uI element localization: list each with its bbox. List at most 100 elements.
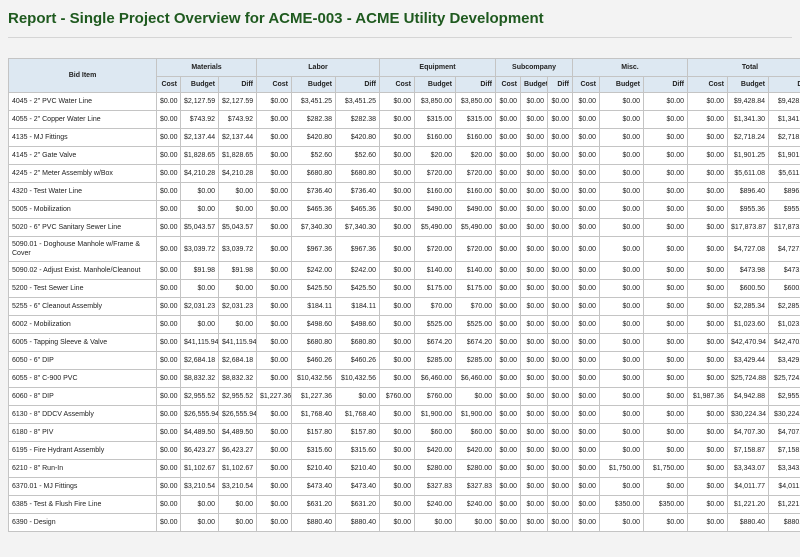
value-cell: $0.00 [156, 513, 181, 532]
value-cell: $0.00 [687, 351, 729, 370]
value-cell: $0.00 [572, 218, 601, 237]
table-body: 4045 - 2" PVC Water Line $0.00 $2,127.59 $2… [8, 92, 800, 532]
header-sub-cost: Cost [572, 76, 601, 93]
value-cell: $0.00 [687, 146, 729, 165]
header-bid-item: Bid Item [8, 58, 157, 93]
value-cell: $880.40 [727, 513, 770, 532]
value-cell: $0.00 [256, 405, 292, 424]
value-cell: $41,115.94 [218, 333, 257, 352]
value-cell: $240.00 [414, 495, 457, 514]
value-cell: $0.00 [379, 495, 416, 514]
value-cell: $60.00 [455, 423, 497, 442]
value-cell: $0.00 [379, 315, 416, 334]
value-cell: $0.00 [379, 279, 416, 298]
value-cell: $0.00 [218, 279, 257, 298]
value-cell: $26,555.94 [180, 405, 219, 424]
value-cell: $955.36 [727, 200, 770, 219]
value-cell: $955.36 [768, 200, 800, 219]
value-cell: $327.83 [414, 477, 457, 496]
value-cell: $5,611.08 [727, 164, 770, 183]
value-cell: $2,137.44 [180, 128, 219, 147]
value-cell: $674.20 [455, 333, 497, 352]
value-cell: $425.50 [291, 279, 336, 298]
table-row: 6385 - Test & Flush Fire Line $0.00 $0.00 $… [8, 495, 800, 514]
value-cell: $6,460.00 [455, 369, 497, 388]
value-cell: $0.00 [599, 315, 645, 334]
value-cell: $0.00 [520, 423, 549, 442]
value-cell: $285.00 [455, 351, 497, 370]
value-cell: $0.00 [643, 369, 689, 388]
value-cell: $0.00 [572, 110, 601, 129]
value-cell: $0.00 [572, 405, 601, 424]
value-cell: $0.00 [495, 182, 522, 201]
value-cell: $160.00 [455, 182, 497, 201]
value-cell: $5,043.57 [218, 218, 257, 237]
value-cell: $0.00 [599, 92, 645, 111]
value-cell: $0.00 [572, 200, 601, 219]
value-cell: $3,039.72 [218, 236, 257, 262]
value-cell: $680.80 [334, 333, 381, 352]
value-cell: $10,432.56 [291, 369, 336, 388]
value-cell: $0.00 [643, 261, 689, 280]
value-cell: $0.00 [687, 423, 729, 442]
value-cell: $4,707.30 [727, 423, 770, 442]
value-cell: $10,432.56 [334, 369, 381, 388]
value-cell: $0.00 [572, 92, 601, 111]
value-cell: $2,955.52 [218, 387, 257, 406]
bid-item-cell: 6370.01 - MJ Fittings [8, 477, 157, 496]
value-cell: $25,724.88 [768, 369, 800, 388]
header-sub-budget: Budget [291, 76, 336, 93]
value-cell: $0.00 [520, 477, 549, 496]
value-cell: $0.00 [156, 128, 181, 147]
value-cell: $0.00 [379, 459, 416, 478]
value-cell: $0.00 [180, 200, 219, 219]
value-cell: $0.00 [379, 218, 416, 237]
value-cell: $315.00 [455, 110, 497, 129]
value-cell: $743.92 [180, 110, 219, 129]
value-cell: $1,900.00 [414, 405, 457, 424]
value-cell: $0.00 [156, 369, 181, 388]
value-cell: $0.00 [156, 182, 181, 201]
value-cell: $0.00 [495, 128, 522, 147]
value-cell: $4,210.28 [180, 164, 219, 183]
value-cell: $0.00 [572, 477, 601, 496]
value-cell: $0.00 [687, 92, 729, 111]
value-cell: $0.00 [520, 513, 549, 532]
value-cell: $0.00 [687, 218, 729, 237]
value-cell: $0.00 [156, 297, 181, 316]
value-cell: $0.00 [495, 369, 522, 388]
value-cell: $184.11 [334, 297, 381, 316]
value-cell: $0.00 [547, 387, 574, 406]
value-cell: $0.00 [180, 182, 219, 201]
value-cell: $498.60 [334, 315, 381, 334]
value-cell: $0.00 [495, 261, 522, 280]
value-cell: $0.00 [495, 146, 522, 165]
value-cell: $160.00 [414, 128, 457, 147]
value-cell: $0.00 [687, 405, 729, 424]
value-cell: $0.00 [547, 513, 574, 532]
value-cell: $1,768.40 [334, 405, 381, 424]
table-row: 4145 - 2" Gate Valve $0.00 $1,828.65 $1,828… [8, 146, 800, 165]
value-cell: $0.00 [547, 218, 574, 237]
value-cell: $0.00 [643, 218, 689, 237]
value-cell: $0.00 [156, 333, 181, 352]
value-cell: $0.00 [520, 128, 549, 147]
value-cell: $0.00 [520, 369, 549, 388]
value-cell: $210.40 [291, 459, 336, 478]
table-row: 4045 - 2" PVC Water Line $0.00 $2,127.59 $2… [8, 92, 800, 111]
value-cell: $0.00 [520, 279, 549, 298]
value-cell: $0.00 [256, 459, 292, 478]
value-cell: $0.00 [643, 279, 689, 298]
value-cell: $0.00 [643, 146, 689, 165]
value-cell: $0.00 [599, 387, 645, 406]
table-row: 5020 - 6" PVC Sanitary Sewer Line $0.00 $5… [8, 218, 800, 237]
value-cell: $0.00 [520, 495, 549, 514]
value-cell: $0.00 [599, 146, 645, 165]
header-sub-diff: Diff [768, 76, 800, 93]
header-sub-cost: Cost [687, 76, 729, 93]
value-cell: $42,470.94 [768, 333, 800, 352]
value-cell: $2,955.52 [180, 387, 219, 406]
report-table: Bid Item Materials Labor Equipment Subcompa… [8, 58, 800, 532]
value-cell: $0.00 [256, 182, 292, 201]
value-cell: $1,102.67 [180, 459, 219, 478]
